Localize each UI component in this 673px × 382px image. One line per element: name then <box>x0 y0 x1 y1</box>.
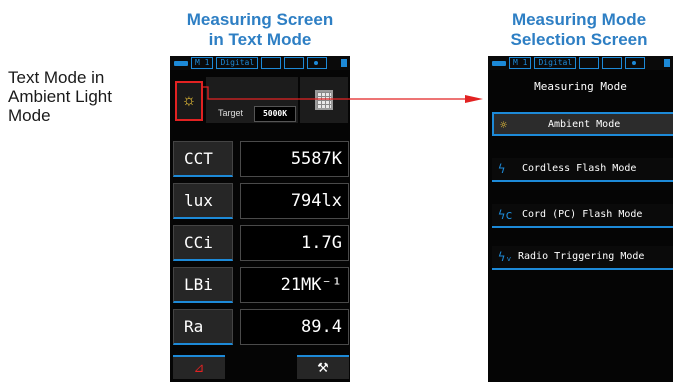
arrow-head-icon <box>465 95 483 103</box>
connector-line <box>203 86 465 100</box>
connector-arrow <box>203 86 483 103</box>
